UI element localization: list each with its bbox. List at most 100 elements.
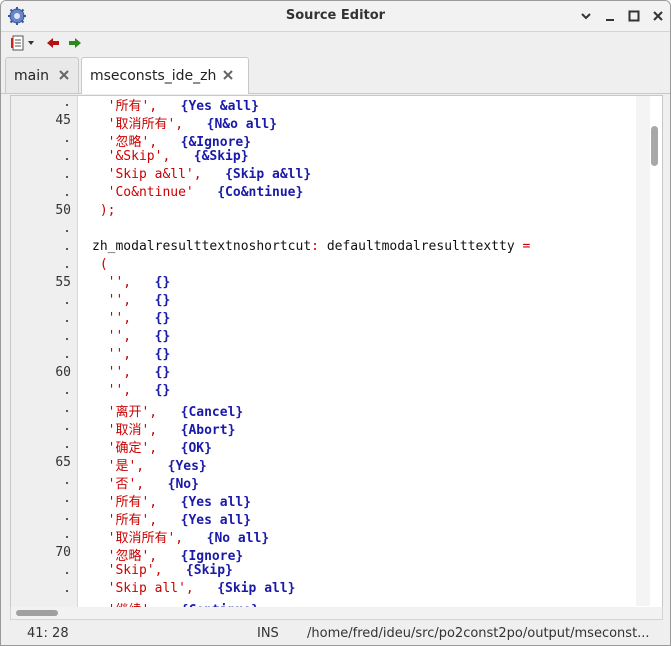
code-token: {} <box>154 311 171 326</box>
code-token: '取消', <box>92 423 181 438</box>
code-line[interactable]: '否', {No} <box>92 473 199 492</box>
file-path: /home/fred/ideu/src/po2const2po/output/m… <box>307 626 650 641</box>
line-number: . <box>63 221 71 236</box>
code-token: = <box>514 239 531 254</box>
vertical-scroll-thumb[interactable] <box>651 126 658 166</box>
arrow-left-icon[interactable] <box>45 35 61 51</box>
code-token: {&Skip} <box>193 149 249 164</box>
code-line[interactable]: '', {} <box>92 383 171 398</box>
code-token: '所有', <box>92 99 181 114</box>
code-line[interactable]: '', {} <box>92 275 171 290</box>
code-token: '取消所有', <box>92 531 207 546</box>
insert-mode: INS <box>257 626 279 641</box>
code-token: 'Co&ntinue' <box>92 185 218 200</box>
code-token: '', <box>92 311 155 326</box>
code-token: {Cancel} <box>180 405 244 420</box>
code-token: {Co&ntinue} <box>217 185 304 200</box>
code-token: : <box>311 239 327 254</box>
code-token: {} <box>154 365 171 380</box>
tab-label: main <box>14 68 49 84</box>
status-bar: 41: 28 INS /home/fred/ideu/src/po2const2… <box>1 623 670 645</box>
line-number: . <box>63 383 71 398</box>
chevron-down-icon[interactable] <box>578 8 594 24</box>
code-line[interactable]: '取消', {Abort} <box>92 419 236 438</box>
source-editor-window: Source Editor main mseconsts_ide_zh . 45.… <box>0 0 671 646</box>
code-line[interactable]: 'Co&ntinue' {Co&ntinue} <box>92 185 304 200</box>
line-number: . <box>63 239 71 254</box>
line-number: 70 <box>55 545 71 560</box>
line-number: 60 <box>55 365 71 380</box>
code-token: {} <box>154 329 171 344</box>
code-line[interactable]: '', {} <box>92 293 171 308</box>
code-token: {Yes all} <box>180 495 252 510</box>
code-editor[interactable]: . 45.... 50... 55.... 60.... 65.... 70.. '所有',… <box>10 95 663 609</box>
code-line[interactable]: zh_modalresulttextnoshortcut: defaultmod… <box>92 239 530 254</box>
horizontal-scroll-thumb[interactable] <box>16 610 58 616</box>
code-line[interactable]: '确定', {OK} <box>92 437 212 456</box>
editor-margin <box>636 96 650 606</box>
code-line[interactable]: 'Skip', {Skip} <box>92 563 233 578</box>
code-line[interactable]: '所有', {Yes all} <box>92 509 251 528</box>
code-token: zh_modalresulttextnoshortcut <box>92 239 312 254</box>
code-line[interactable]: ( <box>92 257 108 272</box>
code-line[interactable]: '离开', {Cancel} <box>92 401 244 420</box>
code-area[interactable]: '所有', {Yes &all} '取消所有', {N&o all} '忽略',… <box>78 96 636 608</box>
close-icon[interactable] <box>650 8 666 24</box>
code-line[interactable]: ); <box>92 203 116 218</box>
line-number: . <box>63 473 71 488</box>
code-token: '确定', <box>92 441 181 456</box>
code-token: '', <box>92 383 155 398</box>
minimize-icon[interactable] <box>602 8 618 24</box>
code-token: '', <box>92 365 155 380</box>
vertical-scrollbar[interactable] <box>650 96 661 606</box>
code-line[interactable]: 'Skip all', {Skip all} <box>92 581 296 596</box>
code-line[interactable]: '', {} <box>92 347 171 362</box>
title-bar[interactable]: Source Editor <box>1 1 670 32</box>
code-token: {No} <box>167 477 199 492</box>
code-token: '忽略', <box>92 549 181 564</box>
horizontal-scrollbar[interactable] <box>10 607 663 620</box>
code-token: '所有', <box>92 495 181 510</box>
code-line[interactable]: '忽略', {Ignore} <box>92 545 244 564</box>
tab-mseconsts-ide-zh[interactable]: mseconsts_ide_zh <box>81 57 249 94</box>
line-number: . <box>63 149 71 164</box>
code-line[interactable]: '是', {Yes} <box>92 455 207 474</box>
code-token: {Ignore} <box>180 549 244 564</box>
toolbar <box>1 32 670 54</box>
code-token: '', <box>92 293 155 308</box>
code-line[interactable]: '取消所有', {N&o all} <box>92 113 277 132</box>
code-line[interactable]: '', {} <box>92 329 171 344</box>
document-menu-icon[interactable] <box>10 35 38 51</box>
code-token: '离开', <box>92 405 181 420</box>
code-token: {} <box>154 293 171 308</box>
line-number-gutter: . 45.... 50... 55.... 60.... 65.... 70.. <box>11 96 78 608</box>
code-line[interactable]: '', {} <box>92 311 171 326</box>
arrow-right-icon[interactable] <box>67 35 83 51</box>
code-line[interactable]: '所有', {Yes all} <box>92 491 251 510</box>
code-line[interactable]: '忽略', {&Ignore} <box>92 131 251 150</box>
line-number: . <box>63 167 71 182</box>
code-line[interactable]: '取消所有', {No all} <box>92 527 270 546</box>
code-token: '&Skip', <box>92 149 194 164</box>
line-number: . <box>63 185 71 200</box>
code-token: ); <box>92 203 116 218</box>
code-line[interactable]: 'Skip a&ll', {Skip a&ll} <box>92 167 312 182</box>
code-token: '', <box>92 347 155 362</box>
close-tab-icon[interactable] <box>222 69 234 81</box>
code-token: {Yes all} <box>180 513 252 528</box>
tab-main[interactable]: main <box>5 57 79 93</box>
code-line[interactable]: '', {} <box>92 365 171 380</box>
code-line[interactable]: '所有', {Yes &all} <box>92 96 259 114</box>
code-line[interactable]: '&Skip', {&Skip} <box>92 149 249 164</box>
line-number: . <box>63 131 71 146</box>
window-title: Source Editor <box>285 8 386 23</box>
line-number: . <box>63 491 71 506</box>
code-token: '所有', <box>92 513 181 528</box>
code-token: {Abort} <box>180 423 236 438</box>
close-tab-icon[interactable] <box>58 69 70 81</box>
code-token: '否', <box>92 477 168 492</box>
tab-label: mseconsts_ide_zh <box>90 68 217 84</box>
code-token: ( <box>92 257 108 272</box>
maximize-icon[interactable] <box>626 8 642 24</box>
line-number: . <box>63 257 71 272</box>
